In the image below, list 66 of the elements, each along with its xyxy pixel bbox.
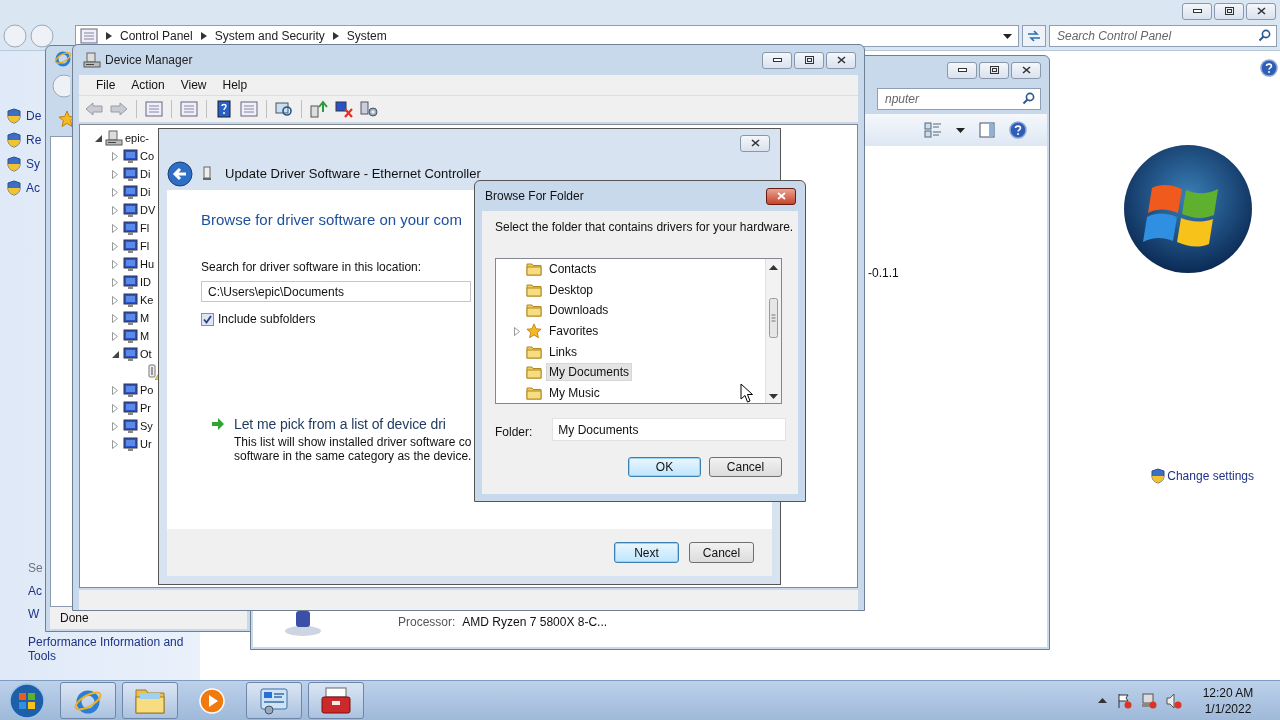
- tree-item[interactable]: Di: [140, 186, 151, 198]
- path-field[interactable]: C:\Users\epic\Documents: [201, 281, 471, 302]
- folder-item[interactable]: Downloads: [546, 301, 612, 320]
- tree-item[interactable]: M: [140, 330, 150, 342]
- folder-field[interactable]: My Documents: [552, 418, 787, 441]
- search-field[interactable]: nputer: [877, 88, 1041, 110]
- folder-item[interactable]: My Music: [546, 383, 603, 402]
- cancel-button[interactable]: Cancel: [689, 542, 754, 563]
- dialog-title: Browse For Folder: [485, 189, 585, 203]
- folder-item[interactable]: Contacts: [546, 260, 600, 279]
- menu-item[interactable]: Action: [123, 78, 173, 92]
- folder-item[interactable]: Favorites: [546, 322, 602, 340]
- address-bar[interactable]: Control Panel System and Security System: [75, 25, 1019, 47]
- page-heading: Browse for driver software on your com: [201, 210, 462, 230]
- status-text: Done: [60, 611, 89, 625]
- folder-item[interactable]: Desktop: [546, 280, 597, 299]
- checkbox-label[interactable]: Include subfolders: [218, 312, 316, 326]
- field-label: Search for driver software in this location:: [201, 259, 422, 276]
- search-field[interactable]: Search Control Panel: [1049, 25, 1277, 47]
- breadcrumb-item[interactable]: System: [346, 29, 387, 43]
- tree-item[interactable]: Di: [140, 168, 151, 180]
- field-value: AMD Ryzen 7 5800X 8-C...: [462, 615, 608, 629]
- menu-item[interactable]: Help: [214, 78, 256, 92]
- ok-button[interactable]: OK: [628, 457, 701, 477]
- cancel-button[interactable]: Cancel: [709, 457, 782, 477]
- folder-item[interactable]: My Documents: [546, 363, 633, 382]
- option-link[interactable]: Let me pick from a list of device dri: [234, 415, 472, 433]
- clock-date: 1/1/2022: [1204, 700, 1252, 717]
- task-link[interactable]: De: [26, 109, 42, 123]
- clock-time: 12:20 AM: [1202, 684, 1254, 701]
- folder-item[interactable]: Links: [546, 342, 580, 361]
- section-heading: Se: [28, 560, 43, 577]
- tree-item[interactable]: Po: [140, 384, 154, 396]
- tree-item[interactable]: Ot: [140, 348, 152, 360]
- breadcrumb-item[interactable]: Control Panel: [120, 29, 193, 43]
- tree-item[interactable]: Fl: [140, 240, 150, 252]
- window-title: Device Manager: [105, 53, 193, 67]
- dialog-title: Update Driver Software - Ethernet Controller: [225, 166, 481, 181]
- tree-item[interactable]: DV: [140, 204, 156, 216]
- tree-item[interactable]: Ke: [140, 294, 154, 306]
- task-link[interactable]: Re: [26, 133, 42, 147]
- next-button[interactable]: Next: [614, 542, 679, 563]
- option-description: This list will show installed driver software co software in the same category as the device.: [234, 435, 472, 463]
- task-link[interactable]: Ac: [26, 181, 40, 195]
- tree-item[interactable]: Sy: [140, 420, 153, 432]
- task-link[interactable]: Sy: [26, 157, 40, 171]
- see-also-link[interactable]: Ac: [28, 580, 42, 603]
- tree-item[interactable]: Pr: [140, 402, 151, 414]
- see-also-link[interactable]: Performance Information and Tools: [28, 635, 188, 663]
- tree-item[interactable]: Co: [140, 150, 155, 162]
- change-settings-link[interactable]: Change settings: [1167, 469, 1254, 483]
- tree-item[interactable]: Ur: [140, 438, 152, 450]
- menu-item[interactable]: View: [172, 78, 215, 92]
- tree-item[interactable]: Hu: [140, 258, 155, 270]
- field-label: Processor:: [398, 615, 456, 629]
- tree-item[interactable]: Fl: [140, 222, 150, 234]
- menu-item[interactable]: File: [88, 78, 124, 92]
- tree-item[interactable]: ID: [140, 276, 151, 288]
- tree-item[interactable]: epic-: [125, 132, 149, 144]
- tree-item[interactable]: M: [140, 312, 150, 324]
- info-text: -0.1.1: [868, 266, 899, 280]
- clock[interactable]: 12:20 AM 1/1/2022: [1188, 684, 1268, 717]
- instruction-text: Select the folder that contains drivers for your hardware.: [495, 219, 795, 236]
- field-label: Folder:: [495, 424, 533, 439]
- breadcrumb-item[interactable]: System and Security: [214, 29, 325, 43]
- see-also-link[interactable]: W: [28, 603, 40, 626]
